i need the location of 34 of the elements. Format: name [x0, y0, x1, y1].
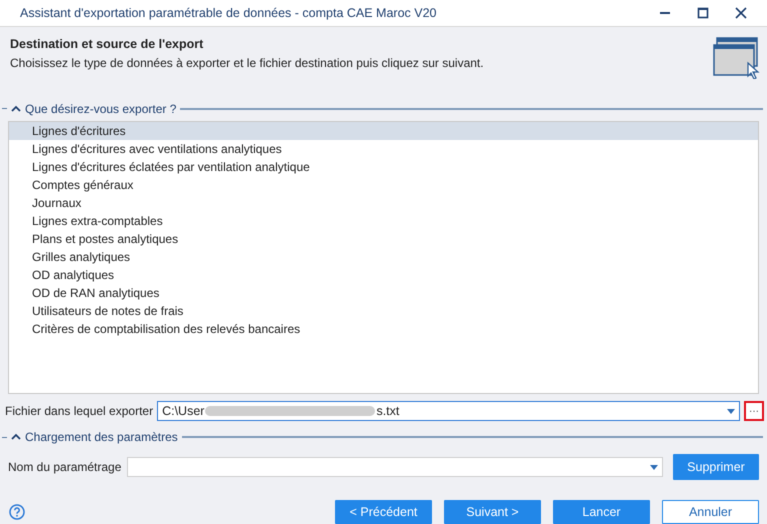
wizard-button[interactable]: Suivant > [444, 500, 541, 524]
list-item[interactable]: Journaux [9, 194, 758, 212]
browse-button[interactable]: ··· [744, 401, 764, 422]
step-title: Destination et source de l'export [10, 36, 204, 51]
wizard-button[interactable]: Lancer [553, 500, 650, 524]
list-item[interactable]: Lignes d'écritures avec ventilations analytiques [9, 140, 758, 158]
collapse-icon[interactable] [11, 104, 21, 113]
step-description: Choisissez le type de données à exporter et le fichier destination puis cliquez sur suivant. [10, 56, 485, 70]
list-item[interactable]: OD analytiques [9, 266, 758, 284]
group-title: Que désirez-vous exporter ? [25, 102, 176, 116]
list-item[interactable]: Utilisateurs de notes de frais [9, 302, 758, 320]
list-item[interactable]: Critères de comptabilisation des relevés bancaires [9, 320, 758, 338]
list-item[interactable]: Comptes généraux [9, 176, 758, 194]
file-path-field[interactable]: C:\User s.txt [157, 401, 740, 422]
list-item[interactable]: Lignes extra-comptables [9, 212, 758, 230]
dropdown-arrow-icon[interactable] [650, 464, 658, 470]
field-label: Nom du paramétrage [8, 460, 122, 474]
list-item[interactable]: Lignes d'écritures éclatées par ventilation analytique [9, 158, 758, 176]
list-item[interactable]: OD de RAN analytiques [9, 284, 758, 302]
list-item[interactable]: Plans et postes analytiques [9, 230, 758, 248]
window-title: Assistant d'exportation paramétrable de données - compta CAE Maroc V20 [20, 6, 436, 20]
collapse-icon[interactable] [11, 433, 21, 442]
maximize-icon[interactable] [697, 6, 709, 19]
list-item[interactable]: Lignes d'écritures [9, 122, 758, 140]
help-icon[interactable] [9, 504, 25, 520]
wizard-button[interactable]: Annuler [662, 500, 759, 524]
close-icon[interactable] [735, 6, 747, 19]
wizard-button[interactable]: < Précédent [335, 500, 432, 524]
dropdown-arrow-icon[interactable] [727, 408, 735, 414]
delete-button[interactable]: Supprimer [673, 454, 759, 480]
window-cursor-icon [713, 36, 761, 79]
field-label: Fichier dans lequel exporter [5, 404, 154, 418]
group-title: Chargement des paramètres [25, 430, 178, 444]
list-item[interactable]: Grilles analytiques [9, 248, 758, 266]
